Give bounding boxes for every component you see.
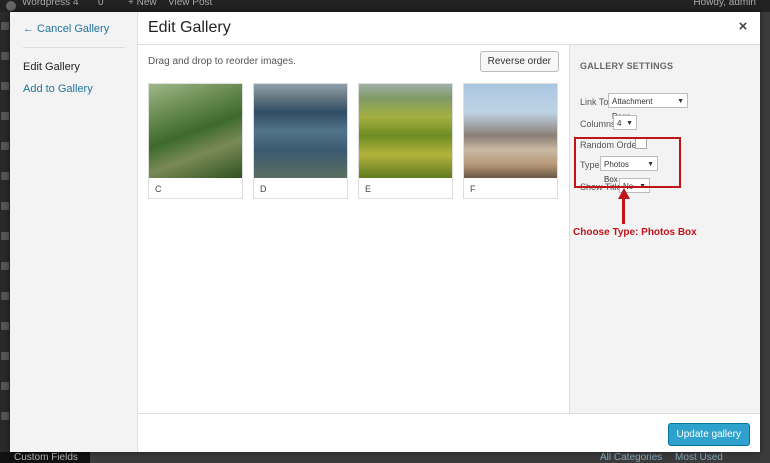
image-caption[interactable]: E [365, 184, 371, 194]
gallery-content: Drag and drop to reorder images. Reverse… [138, 45, 569, 413]
page-title: Edit Gallery [148, 19, 231, 36]
media-sidebar: ← Cancel Gallery Edit Gallery Add to Gal… [10, 12, 138, 452]
admin-bar-new[interactable]: + New [128, 0, 157, 9]
gallery-thumbnail [149, 84, 242, 178]
link-to-select[interactable]: Attachment Page ▼ [608, 93, 688, 121]
annotation-highlight-box [574, 137, 681, 188]
columns-label: Columns [580, 119, 616, 129]
modal-header: Edit Gallery × [138, 12, 760, 45]
admin-bar-howdy[interactable]: Howdy, admin [693, 0, 756, 9]
menu-icon [1, 322, 9, 330]
most-used-tab[interactable]: Most Used [675, 452, 723, 463]
menu-icon [1, 142, 9, 150]
admin-menu [0, 12, 10, 463]
admin-bar-comments[interactable]: 0 [98, 0, 104, 9]
annotation-arrow-shaft [622, 198, 625, 224]
menu-icon [1, 52, 9, 60]
image-caption[interactable]: F [470, 184, 476, 194]
gallery-image-item[interactable]: F [463, 83, 558, 199]
gallery-image-item[interactable]: E [358, 83, 453, 199]
chevron-down-icon: ▼ [626, 120, 633, 127]
close-icon[interactable]: × [736, 19, 750, 35]
admin-bar-view-post[interactable]: View Post [168, 0, 212, 9]
gallery-image-item[interactable]: C [148, 83, 243, 199]
admin-bar: Wordpress 4 0 + New View Post Howdy, adm… [0, 0, 770, 12]
menu-icon [1, 22, 9, 30]
gallery-settings-heading: GALLERY SETTINGS [580, 61, 674, 71]
menu-icon [1, 352, 9, 360]
chevron-down-icon: ▼ [677, 98, 684, 105]
gallery-image-item[interactable]: D [253, 83, 348, 199]
admin-bar-site-name[interactable]: Wordpress 4 [22, 0, 79, 9]
reorder-instructions: Drag and drop to reorder images. [148, 56, 296, 67]
sidebar-item-edit-gallery[interactable]: Edit Gallery [23, 61, 80, 73]
wordpress-logo-icon[interactable] [6, 1, 16, 11]
gallery-thumbnail [359, 84, 452, 178]
columns-select[interactable]: 4 ▼ [613, 115, 637, 130]
modal-footer: Update gallery [138, 413, 760, 452]
annotation-text: Choose Type: Photos Box [573, 227, 697, 238]
image-caption[interactable]: C [155, 184, 162, 194]
reverse-order-button[interactable]: Reverse order [479, 51, 559, 72]
gallery-thumbnail [464, 84, 557, 178]
sidebar-separator [23, 47, 125, 48]
category-tabs: All Categories Most Used [600, 452, 750, 463]
menu-icon [1, 232, 9, 240]
menu-icon [1, 262, 9, 270]
menu-icon [1, 292, 9, 300]
gallery-thumbnail [254, 84, 347, 178]
menu-icon [1, 202, 9, 210]
cancel-gallery-link[interactable]: ← Cancel Gallery [23, 23, 109, 35]
sidebar-item-add-to-gallery[interactable]: Add to Gallery [23, 83, 93, 95]
menu-icon [1, 412, 9, 420]
menu-icon [1, 112, 9, 120]
update-gallery-button[interactable]: Update gallery [667, 423, 750, 446]
all-categories-tab[interactable]: All Categories [600, 452, 662, 463]
menu-icon [1, 382, 9, 390]
image-caption[interactable]: D [260, 184, 267, 194]
custom-fields-label: Custom Fields [0, 452, 90, 463]
columns-value: 4 [617, 119, 622, 128]
menu-icon [1, 82, 9, 90]
link-to-label: Link To [580, 97, 609, 107]
menu-icon [1, 172, 9, 180]
